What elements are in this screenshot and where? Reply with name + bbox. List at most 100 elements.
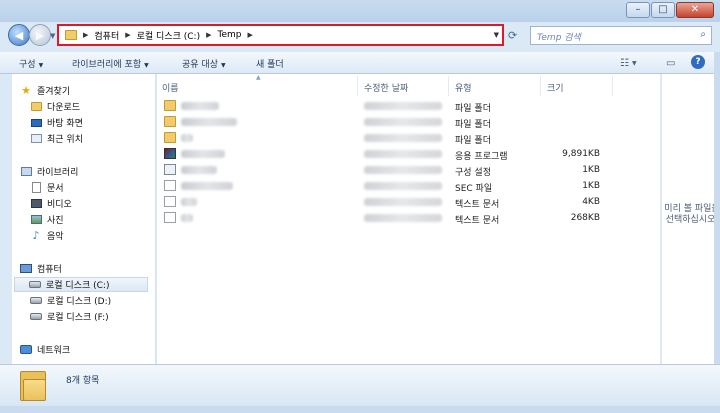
column-header-type[interactable]: 유형 <box>455 81 472 94</box>
file-size: 1KB <box>582 181 600 191</box>
star-icon: ★ <box>21 84 31 97</box>
recent-pages-dropdown[interactable]: ▼ <box>50 32 55 40</box>
folder-icon <box>65 30 77 40</box>
computer-icon <box>20 264 32 273</box>
chevron-down-icon: ▼ <box>220 62 226 69</box>
obscured-file-name <box>181 182 233 190</box>
help-icon[interactable]: ? <box>691 55 705 69</box>
file-type: 응용 프로그램 <box>455 152 508 162</box>
details-pane: 8개 항목 <box>0 364 720 406</box>
nav-item-documents[interactable]: 문서 <box>30 180 64 195</box>
column-header-name[interactable]: 이름 <box>162 81 179 94</box>
address-bar[interactable]: ▶ 컴퓨터 ▶ 로컬 디스크 (C:) ▶ Temp ▶ ▼ <box>57 24 504 46</box>
breadcrumb-local-disk-c[interactable]: 로컬 디스크 (C:) <box>137 29 200 42</box>
nav-item-local-disk-c[interactable]: 로컬 디스크 (C:) <box>14 277 148 292</box>
sort-arrow-icon: ▲ <box>256 74 261 81</box>
nav-item-label: 문서 <box>47 184 64 194</box>
new-folder-label: 새 폴더 <box>256 60 284 70</box>
file-row[interactable]: SEC 파일 1KB <box>157 178 637 194</box>
obscured-modified-date <box>364 134 442 142</box>
breadcrumb-arrow-icon[interactable]: ▶ <box>206 31 211 39</box>
file-size: 4KB <box>582 197 600 207</box>
nav-item-label: 다운로드 <box>47 103 81 113</box>
nav-item-label: 최근 위치 <box>47 135 83 145</box>
music-icon: ♪ <box>32 229 40 242</box>
refresh-icon[interactable]: ⟳ <box>508 29 517 42</box>
nav-favorites-label: 즐겨찾기 <box>37 87 71 97</box>
obscured-modified-date <box>364 150 442 158</box>
forward-button[interactable]: ▶ <box>29 24 51 46</box>
search-icon[interactable]: ⌕ <box>700 29 706 40</box>
file-list: ▲ 이름 수정한 날짜 유형 크기 파일 폴더 파일 폴더 파일 폴더 응용 프… <box>157 74 660 364</box>
file-size: 268KB <box>570 213 600 223</box>
nav-item-desktop[interactable]: 바탕 화면 <box>30 115 83 130</box>
breadcrumb-temp[interactable]: Temp <box>217 30 241 40</box>
nav-item-label: 로컬 디스크 (D:) <box>47 297 112 307</box>
column-divider[interactable] <box>448 76 449 96</box>
nav-item-recent-places[interactable]: 최근 위치 <box>30 131 83 146</box>
column-divider[interactable] <box>357 76 358 96</box>
nav-item-videos[interactable]: 비디오 <box>30 196 72 211</box>
file-row[interactable]: 텍스트 문서 4KB <box>157 194 637 210</box>
preview-pane-button[interactable]: ▭ <box>666 55 675 71</box>
breadcrumb-arrow-icon[interactable]: ▶ <box>247 31 252 39</box>
file-row[interactable]: 파일 폴더 <box>157 98 637 114</box>
share-with-label: 공유 대상 <box>182 60 218 70</box>
nav-item-downloads[interactable]: 다운로드 <box>30 99 80 114</box>
nav-item-label: 로컬 디스크 (F:) <box>47 313 109 323</box>
obscured-file-name <box>181 102 219 110</box>
sec-file-icon <box>164 180 176 191</box>
back-button[interactable]: ◀ <box>8 24 30 46</box>
file-type: 텍스트 문서 <box>455 200 500 210</box>
command-bar: 구성 ▼ 라이브러리에 포함 ▼ 공유 대상 ▼ 새 폴더 ☷ ▼ ▭ ? <box>0 52 720 74</box>
breadcrumb-computer[interactable]: 컴퓨터 <box>94 29 119 42</box>
obscured-file-name <box>181 166 217 174</box>
column-divider[interactable] <box>612 76 613 96</box>
file-row[interactable]: 파일 폴더 <box>157 130 637 146</box>
nav-network-label: 네트워크 <box>37 346 71 356</box>
close-button[interactable]: ✕ <box>676 2 714 18</box>
address-dropdown-icon[interactable]: ▼ <box>494 31 499 39</box>
folder-icon <box>164 132 176 143</box>
nav-libraries[interactable]: 라이브러리 <box>20 164 78 179</box>
folder-icon <box>164 116 176 127</box>
title-bar: – □ ✕ <box>0 0 720 22</box>
obscured-modified-date <box>364 198 442 206</box>
share-with-button[interactable]: 공유 대상 ▼ <box>182 57 226 70</box>
nav-item-music[interactable]: ♪ 음악 <box>30 228 63 243</box>
nav-item-local-disk-d[interactable]: 로컬 디스크 (D:) <box>30 293 111 308</box>
file-type: 구성 설정 <box>455 168 491 178</box>
change-view-button[interactable]: ☷ ▼ <box>620 55 637 71</box>
nav-favorites[interactable]: ★ 즐겨찾기 <box>20 83 70 98</box>
column-divider[interactable] <box>540 76 541 96</box>
file-type: 파일 폴더 <box>455 136 491 146</box>
view-grid-icon: ☷ <box>620 57 629 69</box>
file-row[interactable]: 텍스트 문서 268KB <box>157 210 637 226</box>
nav-item-pictures[interactable]: 사진 <box>30 212 64 227</box>
breadcrumb-arrow-icon[interactable]: ▶ <box>125 31 130 39</box>
nav-item-local-disk-f[interactable]: 로컬 디스크 (F:) <box>30 309 109 324</box>
obscured-modified-date <box>364 214 442 222</box>
column-header-size[interactable]: 크기 <box>547 81 564 94</box>
nav-computer[interactable]: 컴퓨터 <box>20 261 62 276</box>
window-controls: – □ ✕ <box>626 2 714 18</box>
nav-item-label: 사진 <box>47 216 64 226</box>
search-input[interactable]: Temp 검색 ⌕ <box>530 26 712 45</box>
file-row[interactable]: 파일 폴더 <box>157 114 637 130</box>
file-row[interactable]: 응용 프로그램 9,891KB <box>157 146 637 162</box>
include-in-library-button[interactable]: 라이브러리에 포함 ▼ <box>72 57 149 70</box>
folder-icon <box>164 100 176 111</box>
maximize-button[interactable]: □ <box>651 2 675 18</box>
nav-network[interactable]: 네트워크 <box>20 342 70 357</box>
column-header-modified[interactable]: 수정한 날짜 <box>364 81 408 94</box>
organize-button[interactable]: 구성 ▼ <box>19 57 43 70</box>
file-row[interactable]: 구성 설정 1KB <box>157 162 637 178</box>
back-arrow-icon: ◀ <box>14 28 24 42</box>
nav-libraries-label: 라이브러리 <box>37 168 79 178</box>
obscured-file-name <box>181 118 237 126</box>
minimize-button[interactable]: – <box>626 2 650 18</box>
file-type: 파일 폴더 <box>455 120 491 130</box>
breadcrumb-arrow-icon[interactable]: ▶ <box>83 31 88 39</box>
new-folder-button[interactable]: 새 폴더 <box>256 57 284 70</box>
network-icon <box>20 345 32 354</box>
